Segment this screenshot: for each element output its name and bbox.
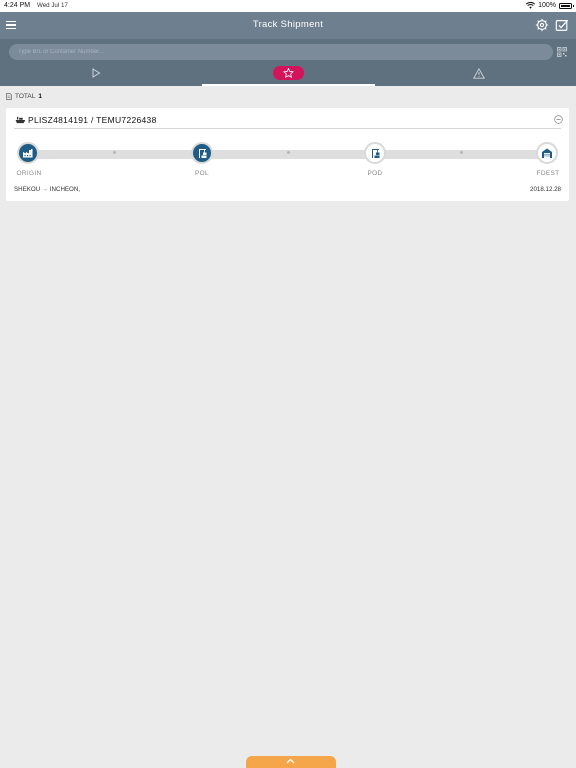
star-icon xyxy=(283,68,294,78)
check-calendar-icon[interactable] xyxy=(555,18,569,32)
status-time: 4:24 PM xyxy=(4,2,31,9)
ship-icon xyxy=(15,116,26,124)
tab-bar xyxy=(0,64,576,86)
stage-pod xyxy=(364,142,386,164)
track-dot xyxy=(113,151,116,154)
stage-label-pod: POD xyxy=(367,170,383,177)
port-crane-icon xyxy=(199,149,207,158)
status-bar: 4:24 PM Wed Jul 17 100% xyxy=(0,0,576,12)
play-icon xyxy=(92,68,101,78)
factory-icon xyxy=(23,149,33,158)
route-from: SHEKOU xyxy=(14,186,41,193)
document-icon xyxy=(6,93,12,100)
stage-fdest xyxy=(536,142,558,164)
stage-label-fdest: FDEST xyxy=(536,170,560,177)
status-right: 100% xyxy=(526,2,574,9)
settings-gear-icon[interactable] xyxy=(535,18,549,32)
port-crane-icon xyxy=(372,149,380,158)
shipment-card[interactable]: PLISZ4814191 / TEMU7226438 ORIGIN POL PO… xyxy=(6,108,569,201)
total-label: TOTAL xyxy=(15,93,36,100)
warehouse-icon xyxy=(542,148,552,158)
wifi-icon xyxy=(526,2,536,9)
total-summary: TOTAL 1 xyxy=(6,93,42,100)
active-tab-indicator xyxy=(202,84,375,86)
total-count: 1 xyxy=(38,93,42,100)
shipment-date: 2018.12.28 xyxy=(530,186,561,193)
search-bar xyxy=(0,39,576,64)
battery-percent: 100% xyxy=(538,2,556,9)
stage-label-origin: ORIGIN xyxy=(16,170,42,177)
battery-icon xyxy=(559,2,574,9)
favorites-pill xyxy=(273,66,304,80)
shipment-title: PLISZ4814191 / TEMU7226438 xyxy=(28,115,157,125)
page-title: Track Shipment xyxy=(252,19,324,30)
tab-alerts[interactable] xyxy=(393,64,566,86)
nav-bar: Track Shipment xyxy=(0,12,576,39)
track-dot xyxy=(287,151,290,154)
card-divider xyxy=(14,128,561,129)
stage-origin xyxy=(17,142,39,164)
stage-label-pol: POL xyxy=(195,170,209,177)
stage-pol xyxy=(191,142,213,164)
tab-favorites[interactable] xyxy=(202,64,375,86)
pull-up-handle[interactable] xyxy=(246,756,336,768)
tab-in-progress[interactable] xyxy=(9,64,182,86)
route-text: SHEKOU → INCHEON, xyxy=(14,186,80,193)
chevron-up-icon xyxy=(286,758,295,764)
search-input[interactable] xyxy=(9,44,553,60)
track-dot xyxy=(460,151,463,154)
status-date: Wed Jul 17 xyxy=(37,2,68,9)
qr-code-icon[interactable] xyxy=(557,47,567,57)
warning-icon xyxy=(473,68,485,79)
route-arrow-icon: → xyxy=(41,186,49,193)
collapse-icon[interactable] xyxy=(554,115,563,124)
route-to: INCHEON, xyxy=(49,186,81,193)
